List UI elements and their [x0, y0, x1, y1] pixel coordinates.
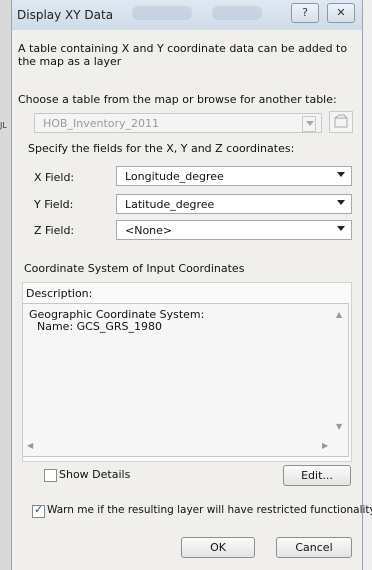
z-field-select[interactable]: <None> [116, 220, 352, 240]
chevron-down-icon [337, 172, 345, 177]
titlebar-blur [212, 6, 262, 20]
scroll-left-icon[interactable]: ◀ [27, 441, 33, 450]
warn-label: Warn me if the resulting layer will have… [47, 504, 372, 516]
z-field-value: <None> [125, 224, 173, 237]
x-field-value: Longitude_degree [125, 170, 224, 183]
chevron-down-icon [337, 226, 345, 231]
table-select[interactable]: HOB_Inventory_2011 [34, 113, 322, 133]
cancel-button[interactable]: Cancel [276, 537, 352, 558]
dialog-title: Display XY Data [17, 8, 114, 22]
x-field-label: X Field: [34, 171, 75, 184]
dialog-description: A table containing X and Y coordinate da… [18, 42, 348, 68]
table-select-value: HOB_Inventory_2011 [43, 117, 160, 130]
y-field-select[interactable]: Latitude_degree [116, 194, 352, 214]
warn-checkbox[interactable] [32, 503, 45, 518]
edit-button[interactable]: Edit... [283, 465, 351, 486]
fields-label: Specify the fields for the X, Y and Z co… [28, 142, 295, 155]
display-xy-data-dialog: Display XY Data ? ✕ A table containing X… [11, 0, 372, 570]
scroll-down-icon[interactable]: ▼ [336, 422, 342, 431]
show-details-label: Show Details [59, 468, 131, 481]
coordinate-system-heading: Coordinate System of Input Coordinates [24, 262, 245, 275]
help-button[interactable]: ? [291, 3, 319, 23]
chevron-down-icon [306, 121, 314, 126]
background-right-window [362, 0, 372, 570]
y-field-value: Latitude_degree [125, 198, 215, 211]
scroll-right-icon[interactable]: ▶ [322, 441, 328, 450]
browse-folder-icon[interactable] [329, 111, 353, 133]
y-field-label: Y Field: [34, 198, 74, 211]
chevron-down-icon [337, 200, 345, 205]
close-button[interactable]: ✕ [327, 3, 355, 23]
z-field-label: Z Field: [34, 224, 75, 237]
coordinate-description-box[interactable]: Geographic Coordinate System: Name: GCS_… [22, 303, 349, 457]
x-field-select[interactable]: Longitude_degree [116, 166, 352, 186]
table-label: Choose a table from the map or browse fo… [18, 93, 337, 106]
show-details-checkbox[interactable] [44, 469, 57, 482]
titlebar-blur [132, 6, 192, 20]
scroll-up-icon[interactable]: ▲ [336, 310, 342, 319]
description-label: Description: [26, 287, 93, 300]
coordinate-system-line-2: Name: GCS_GRS_1980 [37, 320, 162, 333]
ok-button[interactable]: OK [181, 537, 255, 558]
background-label: JL [0, 121, 7, 130]
title-bar[interactable]: Display XY Data ? ✕ [12, 0, 362, 30]
